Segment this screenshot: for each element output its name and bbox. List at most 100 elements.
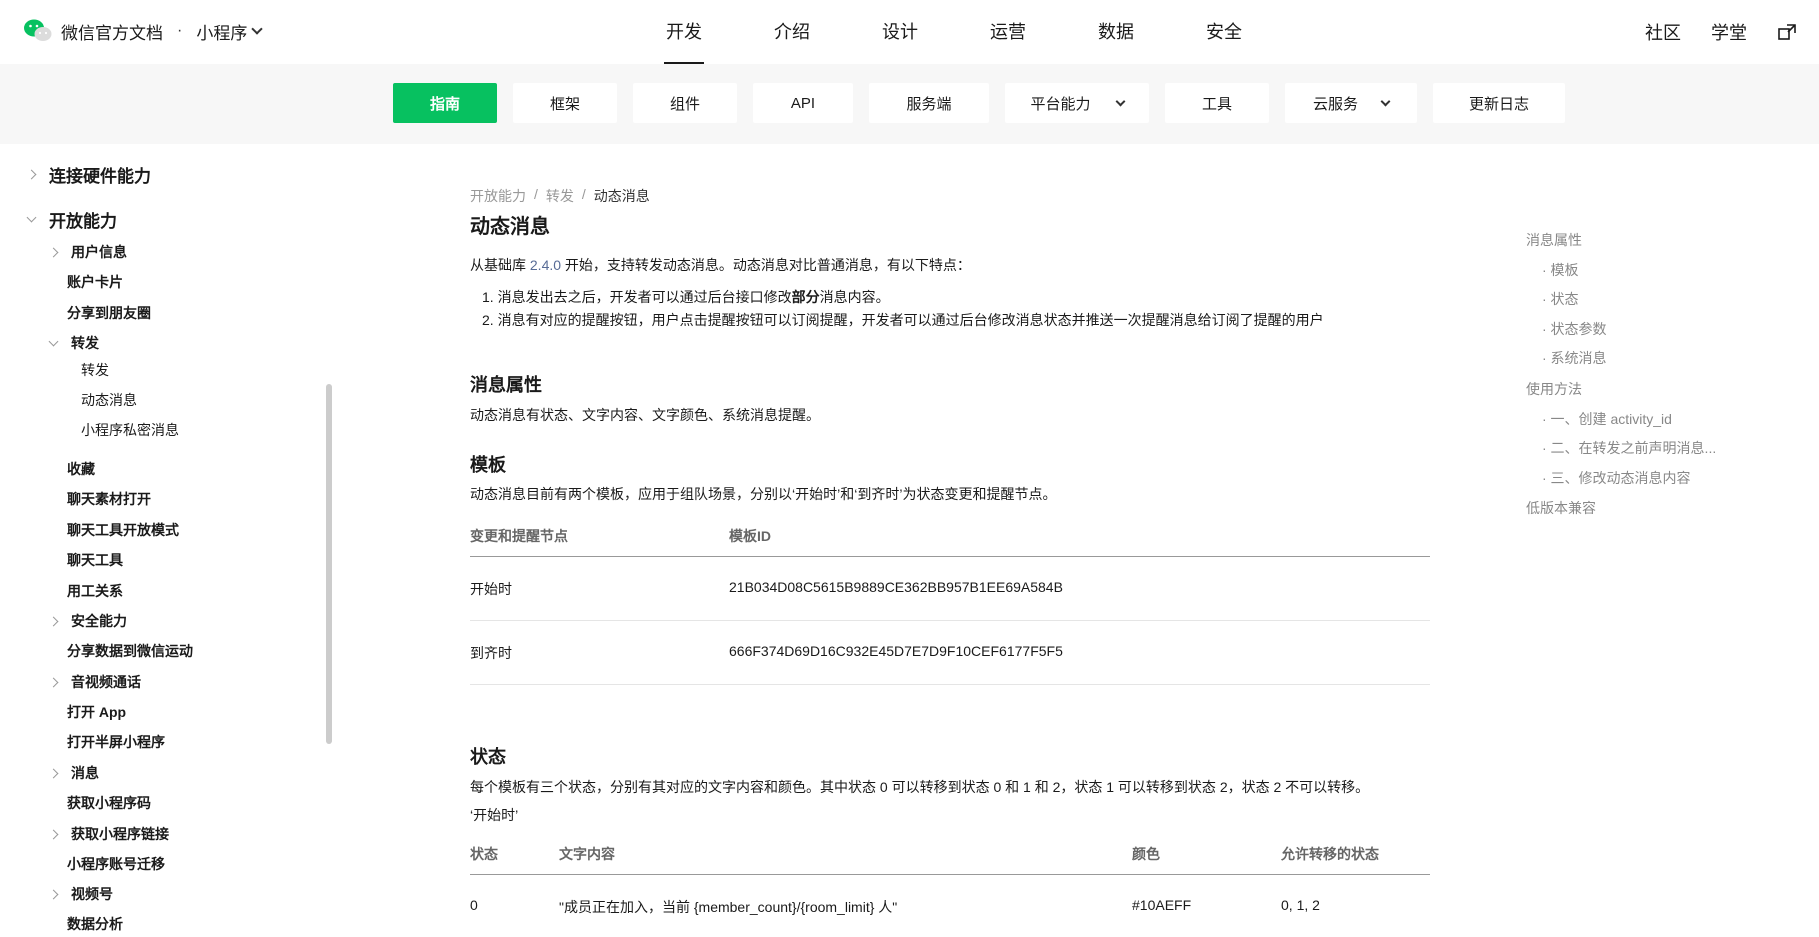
chevron-down-icon: [26, 212, 37, 223]
subtab-tools[interactable]: 工具: [1165, 83, 1269, 123]
sub-nav: 指南 框架 组件 API 服务端 平台能力 工具 云服务 更新日志: [0, 64, 1819, 144]
breadcrumb: 开放能力 / 转发 / 动态消息: [470, 186, 650, 206]
sidebar-item-chat-tool-mode[interactable]: 聊天工具开放模式: [50, 520, 179, 540]
chevron-right-icon: [26, 169, 37, 180]
toc-props[interactable]: 消息属性: [1526, 230, 1582, 250]
sidebar-item-security[interactable]: 安全能力: [48, 611, 127, 631]
wechat-logo-icon[interactable]: [23, 18, 53, 44]
table-cell: "成员正在加入，当前 {member_count}/{room_limit} 人…: [559, 899, 898, 915]
sidebar-item-favorites[interactable]: 收藏: [50, 459, 95, 479]
sidebar-item-share-moments[interactable]: 分享到朋友圈: [50, 303, 151, 323]
academy-link[interactable]: 学堂: [1711, 19, 1747, 45]
tab-develop[interactable]: 开发: [630, 0, 738, 64]
list-number: 1.: [482, 289, 494, 305]
subtab-changelog[interactable]: 更新日志: [1433, 83, 1565, 123]
sidebar-item-av-call[interactable]: 音视频通话: [48, 672, 141, 692]
sidebar-item-chat-tool[interactable]: 聊天工具: [50, 550, 123, 570]
table-header: 颜色: [1132, 846, 1160, 862]
sidebar-item-user-info[interactable]: 用户信息: [48, 242, 127, 262]
sidebar-item-qrcode[interactable]: 获取小程序码: [50, 793, 151, 813]
brand: 微信官方文档 · 小程序: [23, 18, 263, 44]
subtab-label: 服务端: [906, 95, 952, 113]
sidebar-item-analytics[interactable]: 数据分析: [50, 914, 123, 934]
list-text: 消息内容。: [819, 289, 890, 305]
sidebar-item-label: 收藏: [67, 461, 95, 477]
version-link[interactable]: 2.4.0: [530, 257, 561, 273]
sidebar-item-open-app[interactable]: 打开 App: [50, 702, 126, 722]
subtab-label: 指南: [429, 95, 460, 113]
toc-system-message[interactable]: · 系统消息: [1542, 348, 1607, 368]
sidebar-item-message[interactable]: 消息: [48, 763, 99, 783]
sidebar-item-forward[interactable]: 转发: [48, 333, 99, 353]
tab-design[interactable]: 设计: [846, 0, 954, 64]
subtab-platform[interactable]: 平台能力: [1005, 83, 1149, 123]
sidebar-item-employment[interactable]: 用工关系: [50, 581, 123, 601]
breadcrumb-forward[interactable]: 转发: [546, 186, 574, 206]
heading-props: 消息属性: [470, 375, 542, 395]
sidebar-item-label: 转发: [81, 362, 109, 378]
sidebar-scrollbar[interactable]: [326, 384, 332, 744]
sidebar-item-hardware[interactable]: 连接硬件能力: [26, 162, 151, 187]
sidebar-item-dynamic-message[interactable]: 动态消息: [81, 390, 137, 410]
feature-list: 1. 消息发出去之后，开发者可以通过后台接口修改部分消息内容。 2. 消息有对应…: [470, 286, 1324, 332]
breadcrumb-separator: /: [534, 186, 538, 202]
subtab-label: 框架: [549, 95, 580, 113]
sidebar-item-open-abilities[interactable]: 开放能力: [26, 207, 117, 232]
sidebar-item-half-screen[interactable]: 打开半屏小程序: [50, 732, 165, 752]
section-switcher[interactable]: 小程序: [196, 19, 263, 44]
tab-data[interactable]: 数据: [1062, 0, 1170, 64]
list-text: 消息有对应的提醒按钮，用户点击提醒按钮可以订阅提醒，开发者可以通过后台修改消息状…: [497, 312, 1324, 328]
props-desc: 动态消息有状态、文字内容、文字颜色、系统消息提醒。: [470, 407, 820, 423]
table-header: 允许转移的状态: [1281, 846, 1379, 862]
toc-usage[interactable]: 使用方法: [1526, 379, 1582, 399]
sidebar-item-label: 动态消息: [81, 392, 137, 408]
toc-status-params[interactable]: · 状态参数: [1542, 319, 1607, 339]
subtab-label: 平台能力: [1030, 95, 1091, 113]
table-cell: 666F374D69D16C932E45D7E7D9F10CEF6177F5F5: [729, 643, 1063, 659]
toc-step-3[interactable]: · 三、修改动态消息内容: [1542, 468, 1691, 488]
table-cell: 0: [470, 897, 478, 913]
intro-pre: 从基础库: [470, 257, 530, 273]
sidebar-item-migration[interactable]: 小程序账号迁移: [50, 854, 165, 874]
tab-operate[interactable]: 运营: [954, 0, 1062, 64]
subtab-guide[interactable]: 指南: [393, 83, 497, 123]
chevron-right-icon: [48, 247, 59, 257]
sidebar-item-label: 小程序账号迁移: [67, 856, 165, 872]
sidebar-item-channels[interactable]: 视频号: [48, 884, 113, 904]
breadcrumb-open-abilities[interactable]: 开放能力: [470, 186, 526, 206]
top-right-links: 社区 学堂: [1645, 0, 1799, 64]
community-link[interactable]: 社区: [1645, 19, 1681, 45]
chevron-down-icon: [251, 23, 263, 35]
subtab-label: 组件: [669, 95, 700, 113]
sidebar-item-label: 连接硬件能力: [49, 167, 151, 186]
sidebar-item-label: 用户信息: [71, 244, 127, 260]
tab-intro[interactable]: 介绍: [738, 0, 846, 64]
subtab-cloud[interactable]: 云服务: [1285, 83, 1417, 123]
tab-security[interactable]: 安全: [1170, 0, 1278, 64]
sidebar-item-chat-material[interactable]: 聊天素材打开: [50, 489, 151, 509]
sidebar-item-forward-sub[interactable]: 转发: [81, 360, 109, 380]
page-title: 动态消息: [470, 216, 550, 238]
toc-step-2[interactable]: · 二、在转发之前声明消息...: [1542, 438, 1716, 458]
sidebar-item-werun[interactable]: 分享数据到微信运动: [50, 641, 193, 661]
toc-step-1[interactable]: · 一、创建 activity_id: [1542, 409, 1672, 429]
toc-template[interactable]: · 模板: [1542, 260, 1579, 280]
sidebar-item-label: 分享数据到微信运动: [67, 643, 193, 659]
sidebar-item-account-card[interactable]: 账户卡片: [50, 272, 123, 292]
brand-title[interactable]: 微信官方文档: [61, 19, 163, 44]
table-cell: 0, 1, 2: [1281, 897, 1320, 913]
section-label: 小程序: [196, 23, 248, 43]
subtab-components[interactable]: 组件: [633, 83, 737, 123]
subtab-server[interactable]: 服务端: [869, 83, 989, 123]
subtab-api[interactable]: API: [753, 83, 853, 123]
sidebar-item-label: 聊天工具: [67, 552, 123, 568]
chevron-right-icon: [48, 768, 59, 778]
sidebar-item-private-message[interactable]: 小程序私密消息: [81, 420, 179, 440]
open-external-icon[interactable]: [1777, 21, 1799, 43]
toc-status[interactable]: · 状态: [1542, 289, 1579, 309]
subtab-framework[interactable]: 框架: [513, 83, 617, 123]
sidebar-item-label: 分享到朋友圈: [67, 305, 151, 321]
sidebar-item-link[interactable]: 获取小程序链接: [48, 824, 169, 844]
table-header: 文字内容: [559, 846, 615, 862]
toc-compat[interactable]: 低版本兼容: [1526, 498, 1596, 518]
